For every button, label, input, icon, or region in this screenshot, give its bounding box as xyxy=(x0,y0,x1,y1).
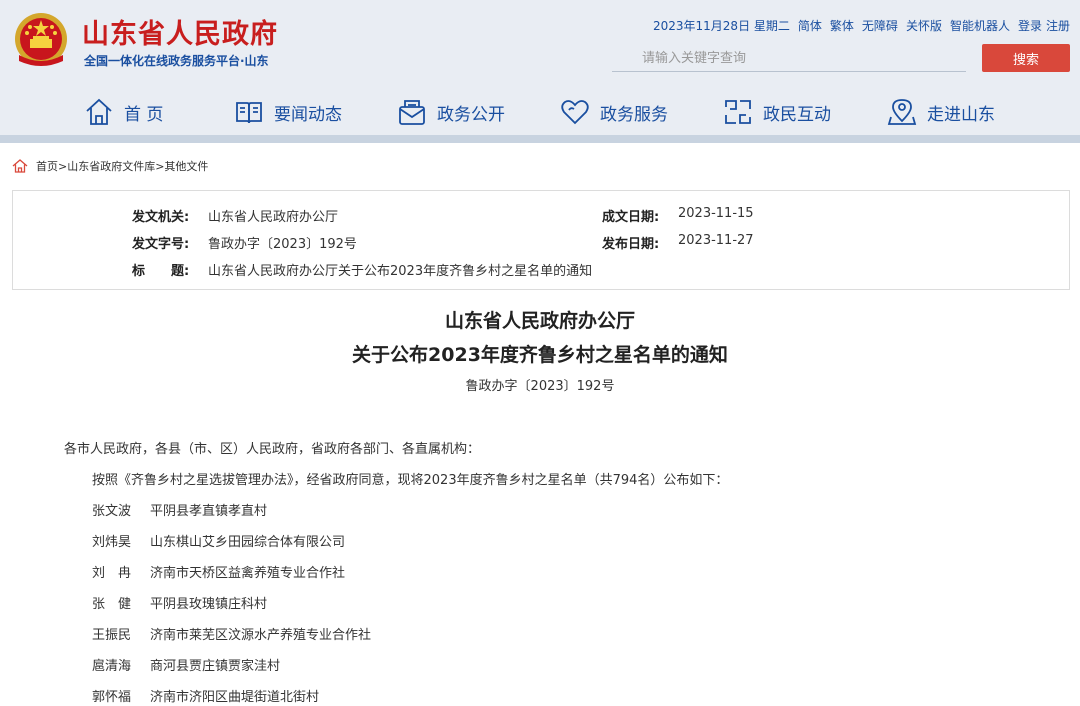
title-label: 标 题: xyxy=(132,264,190,279)
list-item: 张文波 平阴县孝直镇孝直村 xyxy=(92,500,267,519)
site-title[interactable]: 山东省人民政府 xyxy=(82,12,278,51)
list-item: 郭怀福 济南市济阳区曲堤街道北街村 xyxy=(92,686,319,705)
list-item: 刘 冉 济南市天桥区益禽养殖专业合作社 xyxy=(92,562,345,581)
person-name: 张 健 xyxy=(92,597,132,612)
breadcrumb-path[interactable]: 首页>山东省政府文件库>其他文件 xyxy=(36,158,208,174)
salutation: 各市人民政府，各县（市、区）人民政府，省政府各部门、各直属机构： xyxy=(64,442,481,457)
nav-item-home[interactable]: 首 页 xyxy=(84,94,163,130)
docno-row: 发文字号: 鲁政办字〔2023〕192号 xyxy=(132,233,357,252)
robot-link[interactable]: 智能机器人 xyxy=(950,17,1010,34)
person-org: 山东棋山艾乡田园综合体有限公司 xyxy=(150,535,346,550)
person-name: 扈清海 xyxy=(92,659,132,674)
nav-item-interaction[interactable]: 政民互动 xyxy=(723,94,831,130)
heart-icon xyxy=(561,100,589,125)
article-title-line2: 关于公布2023年度齐鲁乡村之星名单的通知 xyxy=(352,344,728,366)
nav-item-news[interactable]: 要闻动态 xyxy=(234,94,342,130)
created-label: 成文日期: xyxy=(602,210,660,225)
current-date: 2023年11月28日 星期二 xyxy=(652,19,790,33)
list-item: 扈清海 商河县贾庄镇贾家洼村 xyxy=(92,655,280,674)
published-row: 发布日期: 2023-11-27 xyxy=(602,233,754,252)
person-name: 刘 冉 xyxy=(92,566,132,581)
person-name: 郭怀福 xyxy=(92,690,132,705)
document-info-box: 发文机关: 山东省人民政府办公厅 发文字号: 鲁政办字〔2023〕192号 标 … xyxy=(12,190,1070,290)
article-title-line1: 山东省人民政府办公厅 xyxy=(444,310,635,332)
intro-paragraph: 按照《齐鲁乡村之星选拔管理办法》，经省政府同意，现将2023年度齐鲁乡村之星名单… xyxy=(92,473,729,488)
map-pin-icon xyxy=(887,99,917,125)
person-name: 王振民 xyxy=(92,628,132,643)
docno-value: 鲁政办字〔2023〕192号 xyxy=(208,237,357,252)
person-org: 商河县贾庄镇贾家洼村 xyxy=(150,659,281,674)
published-label: 发布日期: xyxy=(602,237,660,252)
list-item: 刘炜昊 山东棋山艾乡田园综合体有限公司 xyxy=(92,531,345,550)
nav-label-disclosure: 政务公开 xyxy=(437,104,505,125)
nav-label-services: 政务服务 xyxy=(600,104,668,125)
interaction-icon xyxy=(725,100,751,124)
nav-label-interaction: 政民互动 xyxy=(763,104,831,125)
list-item: 王振民 济南市莱芜区汶源水产养殖专业合作社 xyxy=(92,624,371,643)
register-link[interactable]: 注册 xyxy=(1046,17,1070,34)
issuer-row: 发文机关: 山东省人民政府办公厅 xyxy=(132,206,338,225)
person-org: 济南市济阳区曲堤街道北街村 xyxy=(150,690,320,705)
book-icon xyxy=(236,102,262,124)
title-value: 山东省人民政府办公厅关于公布2023年度齐鲁乡村之星名单的通知 xyxy=(208,264,593,279)
search-input[interactable] xyxy=(612,46,966,71)
person-org: 济南市莱芜区汶源水产养殖专业合作社 xyxy=(150,628,372,643)
simplified-link[interactable]: 简体 xyxy=(798,17,822,34)
site-subtitle: 全国一体化在线政务服务平台·山东 xyxy=(84,54,269,68)
top-links: 2023年11月28日 星期二 简体 繁体 无障碍 关怀版 智能机器人 登录 注… xyxy=(653,17,1070,34)
person-name: 张文波 xyxy=(92,504,132,519)
search-box xyxy=(612,46,966,72)
nav-label-home: 首 页 xyxy=(124,104,164,125)
nav-item-shandong[interactable]: 走进山东 xyxy=(887,94,995,130)
nav-item-disclosure[interactable]: 政务公开 xyxy=(397,94,505,130)
site-header: 山东省人民政府 全国一体化在线政务服务平台·山东 2023年11月28日 星期二… xyxy=(0,0,1080,137)
issuer-label: 发文机关: xyxy=(132,210,190,225)
mail-icon xyxy=(399,100,425,125)
main-nav: 首 页 要闻动态 政务公开 政务服务 政民互动 走进山东 xyxy=(0,88,1080,134)
home-icon xyxy=(86,98,112,125)
docno-label: 发文字号: xyxy=(132,237,190,252)
nav-label-news: 要闻动态 xyxy=(274,104,342,125)
created-value: 2023-11-15 xyxy=(678,206,754,221)
nav-label-shandong: 走进山东 xyxy=(927,104,995,125)
home-icon xyxy=(12,159,28,173)
person-org: 平阴县孝直镇孝直村 xyxy=(150,504,268,519)
national-emblem-icon xyxy=(15,13,67,66)
login-link[interactable]: 登录 xyxy=(1018,17,1042,34)
issuer-value: 山东省人民政府办公厅 xyxy=(208,210,339,225)
nav-item-services[interactable]: 政务服务 xyxy=(560,94,668,130)
article-doc-number: 鲁政办字〔2023〕192号 xyxy=(465,379,615,394)
title-row: 标 题: 山东省人民政府办公厅关于公布2023年度齐鲁乡村之星名单的通知 xyxy=(132,260,592,279)
elderly-mode-link[interactable]: 关怀版 xyxy=(906,17,942,34)
traditional-link[interactable]: 繁体 xyxy=(830,17,854,34)
person-org: 平阴县玫瑰镇庄科村 xyxy=(150,597,268,612)
person-org: 济南市天桥区益禽养殖专业合作社 xyxy=(150,566,346,581)
breadcrumb: 首页>山东省政府文件库>其他文件 xyxy=(12,158,208,174)
created-row: 成文日期: 2023-11-15 xyxy=(602,206,754,225)
list-item: 张 健 平阴县玫瑰镇庄科村 xyxy=(92,593,267,612)
published-value: 2023-11-27 xyxy=(678,233,754,248)
search-button[interactable]: 搜索 xyxy=(982,44,1070,72)
person-name: 刘炜昊 xyxy=(92,535,132,550)
header-divider xyxy=(0,135,1080,143)
accessibility-link[interactable]: 无障碍 xyxy=(862,17,898,34)
